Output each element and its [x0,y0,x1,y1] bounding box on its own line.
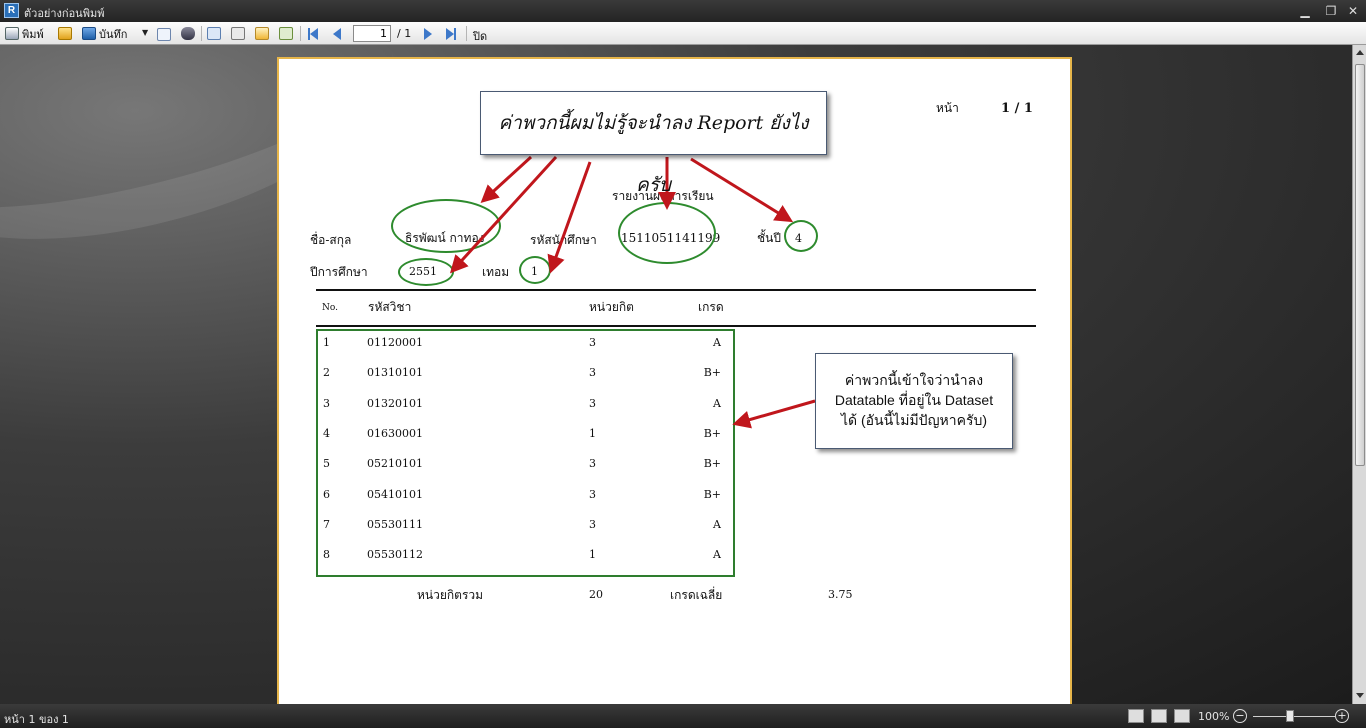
single-page-view-icon[interactable] [1151,709,1167,723]
academic-year-label: ปีการศึกษา [310,265,368,279]
header-rule-bottom [316,325,1036,327]
next-page-icon[interactable] [424,28,432,40]
open-folder-icon[interactable] [58,27,72,40]
table-highlight-box [316,329,735,577]
right-callout-line-3: ได้ (อันนี้ไม่มีปัญหาครับ) [840,412,988,428]
minimize-button[interactable]: ▁ [1292,2,1318,20]
window-title: ตัวอย่างก่อนพิมพ์ [24,7,105,20]
term-label: เทอม [482,265,510,279]
zoom-in-button[interactable]: + [1335,709,1349,723]
page-number-input[interactable] [353,25,391,42]
column-code: รหัสวิชา [368,300,412,314]
zoom-slider-track[interactable] [1253,716,1335,717]
page-label: หน้า [936,101,959,115]
zoom-level: 100% [1198,710,1230,723]
top-callout: ค่าพวกนี้ผมไม่รู้จะนำลง Report ยังไงครับ [480,91,827,196]
save-label: บันทึก [99,27,128,41]
year-highlight-ring [784,220,818,252]
print-label: พิมพ์ [22,27,44,41]
save-dropdown-chevron-icon[interactable]: ▼ [142,28,148,37]
email-icon[interactable] [157,28,171,41]
preview-area: หน้า 1 / 1 รายงานผลการเรียน ชื่อ-สกุล ธิ… [0,45,1352,704]
last-page-icon[interactable] [446,28,456,40]
scroll-down-arrow-icon[interactable] [1356,693,1364,698]
find-binoculars-icon[interactable] [181,27,195,40]
multi-page-view-icon[interactable] [1128,709,1144,723]
term-highlight-ring [519,256,551,284]
close-window-button[interactable]: ✕ [1340,2,1366,20]
right-callout: ค่าพวกนี้เข้าใจว่านำลง Datatable ที่อยู่… [815,353,1013,449]
toolbar-separator [466,26,467,41]
report-page: หน้า 1 / 1 รายงานผลการเรียน ชื่อ-สกุล ธิ… [277,57,1072,704]
gpa-label: เกรดเฉลี่ย [670,588,723,602]
zoom-page-icon[interactable] [231,27,245,40]
title-bar: R ตัวอย่างก่อนพิมพ์ ▁ ❐ ✕ [0,0,1366,22]
scrollbar-thumb[interactable] [1355,64,1365,466]
gpa-value: 3.75 [828,588,853,601]
page-setup-icon[interactable] [279,27,293,40]
first-page-icon[interactable] [308,28,318,40]
thumbnails-icon[interactable] [207,27,221,40]
save-button[interactable]: บันทึก [82,25,127,42]
toolbar: พิมพ์ บันทึก ▼ / 1 ปิด [0,22,1366,45]
zoom-slider-thumb[interactable] [1286,710,1294,722]
class-year-label: ชั้นปี [757,231,781,245]
scroll-up-arrow-icon[interactable] [1356,50,1364,55]
printer-icon [5,27,19,40]
page-info: หน้า 1 ของ 1 [4,713,69,726]
previous-page-icon[interactable] [333,28,341,40]
total-credit-value: 20 [589,588,603,601]
total-credit-label: หน่วยกิตรวม [417,588,484,602]
close-preview-button[interactable]: ปิด [473,27,487,45]
zoom-out-button[interactable]: − [1233,709,1247,723]
vertical-scrollbar[interactable] [1352,45,1366,704]
floppy-disk-icon [82,27,96,40]
toolbar-separator [300,26,301,41]
page-number-value: 1 / 1 [1001,101,1033,116]
print-button[interactable]: พิมพ์ [5,25,44,42]
right-callout-line-1: ค่าพวกนี้เข้าใจว่านำลง [844,372,984,388]
name-highlight-ring [391,199,501,253]
right-callout-line-2: Datatable ที่อยู่ใน Dataset [834,392,994,408]
academic-year-highlight-ring [398,258,454,286]
app-icon: R [4,3,19,18]
column-grade: เกรด [698,300,724,314]
edit-report-icon[interactable] [255,27,269,40]
status-bar: หน้า 1 ของ 1 100% − + [0,704,1366,728]
name-label: ชื่อ-สกุล [310,233,352,247]
page-total-label: / 1 [397,27,412,40]
column-credit: หน่วยกิต [589,300,634,314]
toolbar-separator [201,26,202,41]
header-rule-top [316,289,1036,291]
student-id-label: รหัสนักศึกษา [530,233,597,247]
column-no: No. [322,303,338,313]
continuous-view-icon[interactable] [1174,709,1190,723]
